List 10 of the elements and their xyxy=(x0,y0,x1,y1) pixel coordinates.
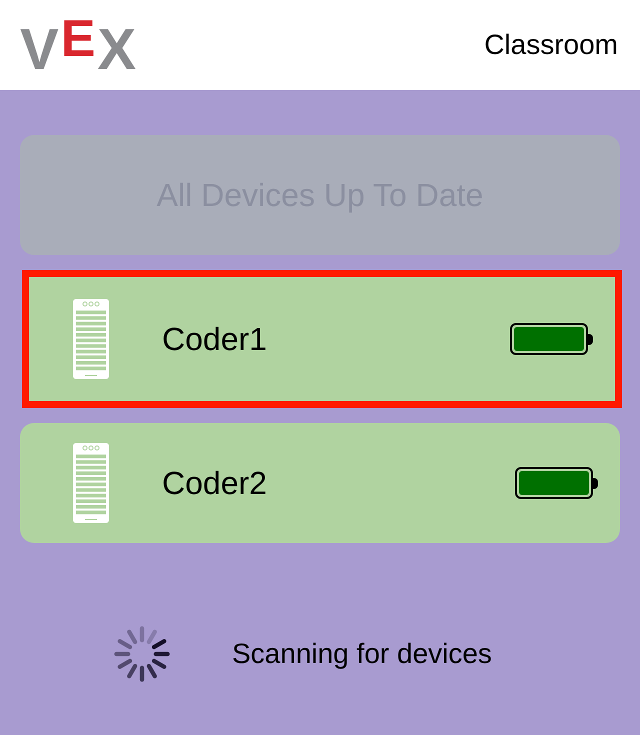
battery-icon xyxy=(510,323,593,355)
device-name: Coder1 xyxy=(162,320,268,358)
device-name: Coder2 xyxy=(162,464,268,502)
device-card[interactable]: Coder2 xyxy=(20,423,620,543)
phone-icon xyxy=(72,299,110,379)
battery-icon xyxy=(515,467,598,499)
status-text: Scanning for devices xyxy=(232,638,492,670)
device-card[interactable]: Coder1 xyxy=(22,270,622,408)
app-title: Classroom xyxy=(484,29,618,61)
phone-icon xyxy=(72,443,110,523)
